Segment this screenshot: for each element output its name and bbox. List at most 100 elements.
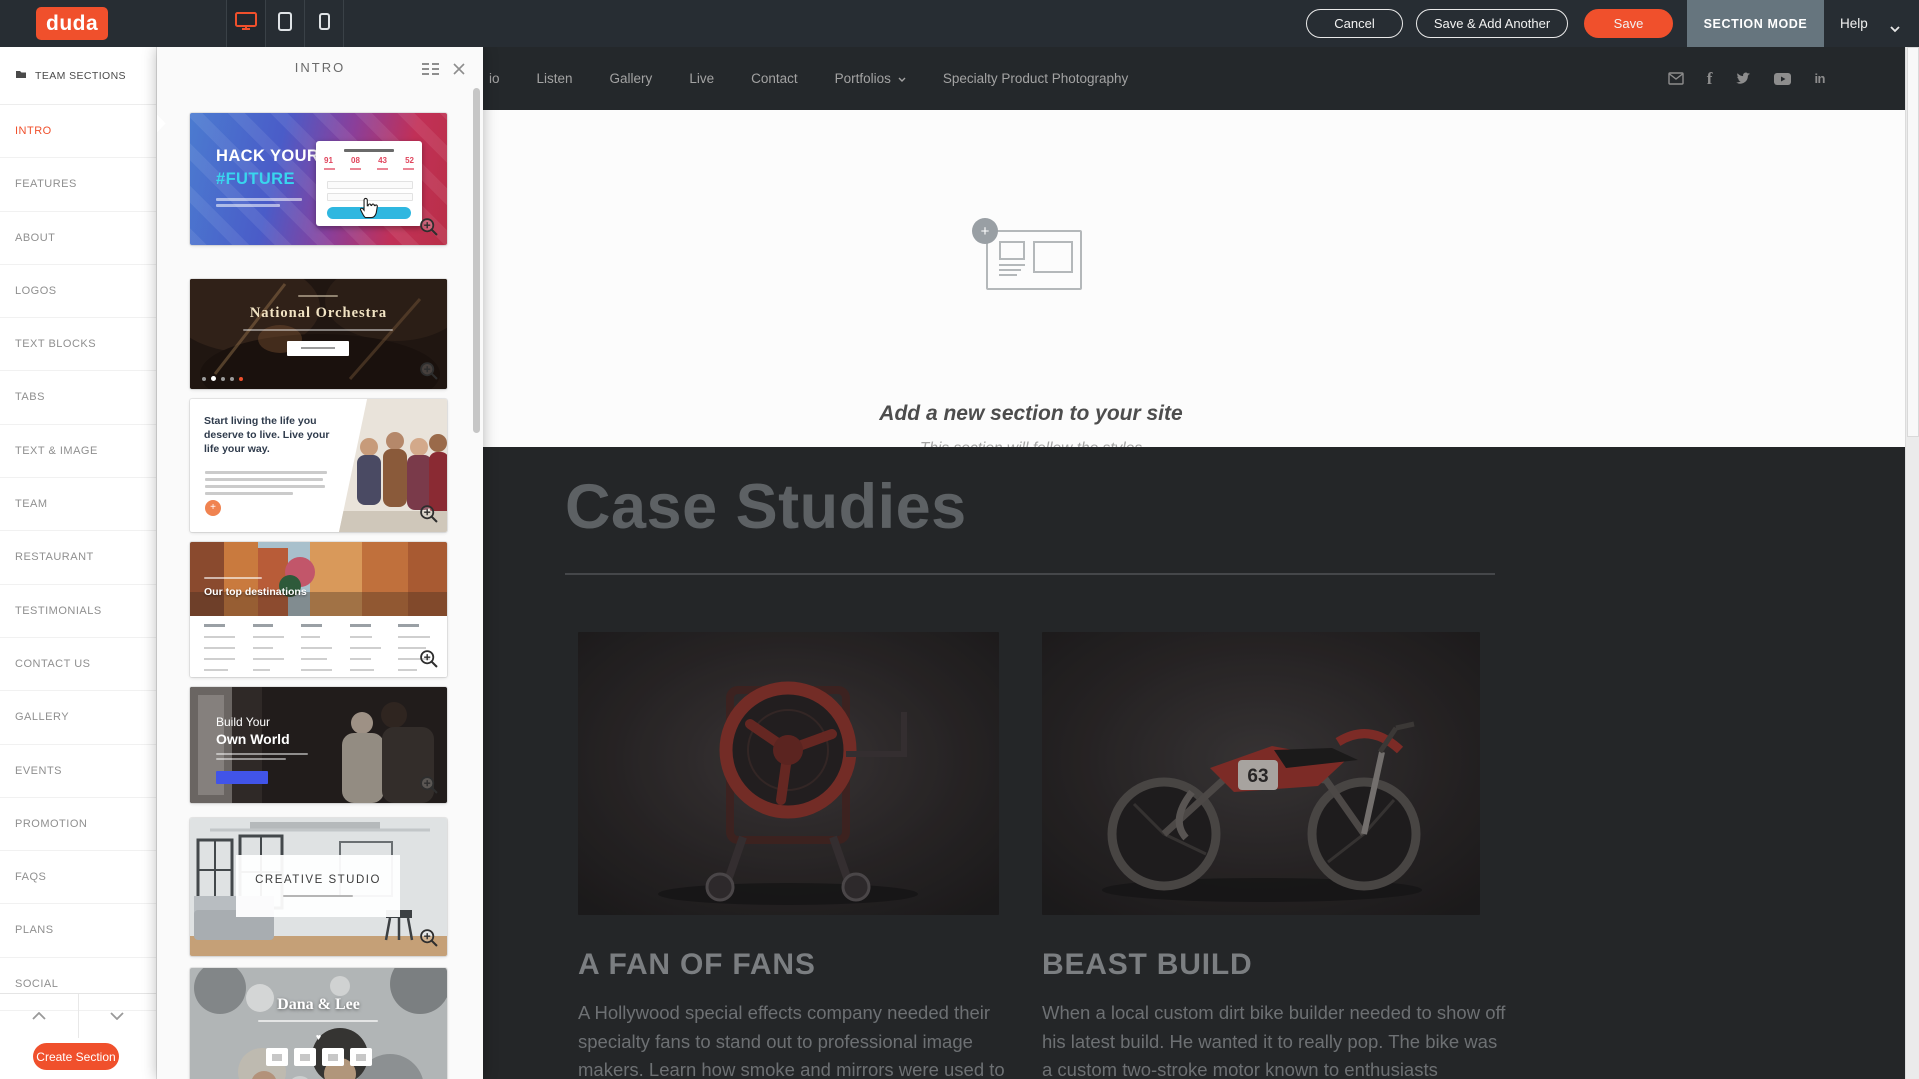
button-placeholder [287, 341, 349, 356]
heart-icon: ♥ [190, 1032, 447, 1042]
mobile-icon [319, 13, 330, 35]
panel-scrollbar-thumb[interactable] [473, 88, 480, 433]
sidebar-item-text-image[interactable]: TEXT & IMAGE [0, 425, 156, 478]
twitter-icon[interactable] [1735, 72, 1751, 86]
cancel-button[interactable]: Cancel [1306, 9, 1403, 38]
sidebar-item-logos[interactable]: LOGOS [0, 265, 156, 318]
zoom-preview-icon[interactable] [418, 216, 439, 237]
thumb-title: Start living the life you deserve to liv… [204, 414, 346, 457]
page-scrollbar-thumb[interactable] [1907, 47, 1919, 437]
plus-icon: + [972, 218, 998, 244]
zoom-preview-icon[interactable] [418, 360, 439, 381]
top-bar: duda Cancel Save & Add Another Save SECT… [0, 0, 1919, 47]
text-placeholder [216, 758, 286, 760]
nav-item-gallery[interactable]: Gallery [610, 71, 653, 86]
sidebar-item-faqs[interactable]: FAQS [0, 851, 156, 904]
email-icon[interactable] [1668, 72, 1684, 85]
sidebar-header: TEAM SECTIONS [0, 47, 156, 105]
section-thumbnail-build-your-own-world[interactable]: Build Your Own World [190, 687, 447, 803]
carousel-dots [202, 376, 243, 381]
sidebar-item-intro[interactable]: INTRO [0, 105, 156, 158]
countdown-digit: 08 [351, 156, 360, 165]
case-study-card: 63 BEAST BUILD When a local custom dirt … [1042, 632, 1512, 1079]
section-thumbnail-dana-and-lee[interactable]: Dana & Lee ♥ [190, 968, 447, 1079]
zoom-preview-icon[interactable] [418, 774, 439, 795]
sidebar-item-contact-us[interactable]: CONTACT US [0, 638, 156, 691]
text-placeholder [298, 295, 338, 297]
mobile-view-button[interactable] [304, 0, 344, 47]
zoom-preview-icon[interactable] [418, 927, 439, 948]
sidebar-item-plans[interactable]: PLANS [0, 904, 156, 957]
close-icon[interactable] [453, 62, 465, 80]
thumb-title: CREATIVE STUDIO [236, 874, 400, 886]
panel-header: INTRO [157, 47, 483, 89]
nav-item-specialty[interactable]: Specialty Product Photography [943, 71, 1128, 86]
section-thumbnail-national-orchestra[interactable]: National Orchestra [190, 279, 447, 389]
input-placeholder [327, 181, 413, 189]
sidebar-item-text-blocks[interactable]: TEXT BLOCKS [0, 318, 156, 371]
desktop-icon [235, 12, 257, 35]
duda-editor: duda Cancel Save & Add Another Save SECT… [0, 0, 1919, 1079]
help-menu[interactable]: Help [1840, 0, 1868, 47]
text-placeholder [216, 204, 280, 207]
zoom-preview-icon[interactable] [418, 503, 439, 524]
zoom-preview-icon[interactable] [418, 648, 439, 669]
create-section-button[interactable]: Create Section [33, 1043, 119, 1070]
tablet-view-button[interactable] [265, 0, 304, 47]
site-canvas: io Listen Gallery Live Contact Portfolio… [483, 47, 1905, 1079]
countdown-labels [324, 168, 414, 170]
thumb-title-line2: #FUTURE [216, 170, 295, 189]
save-add-another-button[interactable]: Save & Add Another [1416, 9, 1568, 38]
sidebar-item-restaurant[interactable]: RESTAURANT [0, 531, 156, 584]
thumb-title-line1: HACK YOUR [216, 147, 319, 166]
sidebar-item-gallery[interactable]: GALLERY [0, 691, 156, 744]
sidebar-item-features[interactable]: FEATURES [0, 158, 156, 211]
countdown-numbers: 91 08 43 52 [324, 156, 414, 165]
facebook-icon[interactable]: f [1707, 69, 1713, 89]
scroll-down-button[interactable] [79, 994, 157, 1038]
section-thumbnail-creative-studio[interactable]: CREATIVE STUDIO [190, 818, 447, 956]
button-placeholder [216, 771, 268, 784]
sidebar-item-about[interactable]: ABOUT [0, 212, 156, 265]
save-button[interactable]: Save [1584, 9, 1673, 38]
sidebar-item-team[interactable]: TEAM [0, 478, 156, 531]
sidebar-item-events[interactable]: EVENTS [0, 745, 156, 798]
nav-item-contact[interactable]: Contact [751, 71, 798, 86]
case-study-card: A FAN OF FANS A Hollywood special effect… [578, 632, 1038, 1079]
sidebar-item-testimonials[interactable]: TESTIMONIALS [0, 585, 156, 638]
scroll-up-button[interactable] [0, 994, 79, 1038]
active-item-notch [157, 114, 166, 132]
case-study-heading: A FAN OF FANS [578, 948, 1038, 982]
text-placeholder [205, 492, 293, 495]
section-thumbnail-hack-your-future[interactable]: HACK YOUR #FUTURE 91 08 43 52 [190, 113, 447, 245]
section-thumbnail-top-destinations[interactable]: Our top destinations [190, 542, 447, 677]
text-placeholder [216, 753, 308, 755]
tablet-icon [278, 12, 292, 36]
divider [565, 573, 1495, 575]
section-thumbnail-start-living[interactable]: Start living the life you deserve to liv… [190, 399, 447, 532]
nav-item-listen[interactable]: Listen [537, 71, 573, 86]
duda-logo[interactable]: duda [36, 7, 108, 40]
destinations-table [190, 616, 447, 677]
thumb-title: National Orchestra [190, 305, 447, 322]
thumb-title-line1: Build Your [216, 715, 270, 729]
case-study-body: When a local custom dirt bike builder ne… [1042, 999, 1512, 1079]
linkedin-icon[interactable]: in [1814, 71, 1825, 86]
page-scrollbar[interactable] [1905, 47, 1919, 1079]
grid-view-icon[interactable] [422, 62, 439, 80]
thumb-title: Dana & Lee [190, 996, 447, 1014]
sections-sidebar: TEAM SECTIONS INTRO FEATURES ABOUT LOGOS… [0, 47, 157, 1079]
nav-item-portfolios[interactable]: Portfolios [835, 71, 906, 86]
countdown-boxes [190, 1048, 447, 1066]
nav-item-live[interactable]: Live [689, 71, 714, 86]
sidebar-item-promotion[interactable]: PROMOTION [0, 798, 156, 851]
intro-sections-panel: INTRO HACK YOUR #FUTURE 91 08 43 52 [157, 47, 483, 1079]
add-section-dropzone[interactable]: + Add a new section to your site This se… [483, 110, 1905, 447]
text-placeholder [258, 1020, 378, 1022]
youtube-icon[interactable] [1774, 73, 1791, 85]
nav-item-clipped[interactable]: io [489, 71, 500, 86]
thumb-title-line2: Own World [216, 731, 290, 747]
sidebar-item-tabs[interactable]: TABS [0, 371, 156, 424]
chevron-down-icon[interactable] [1890, 20, 1900, 38]
desktop-view-button[interactable] [226, 0, 265, 47]
